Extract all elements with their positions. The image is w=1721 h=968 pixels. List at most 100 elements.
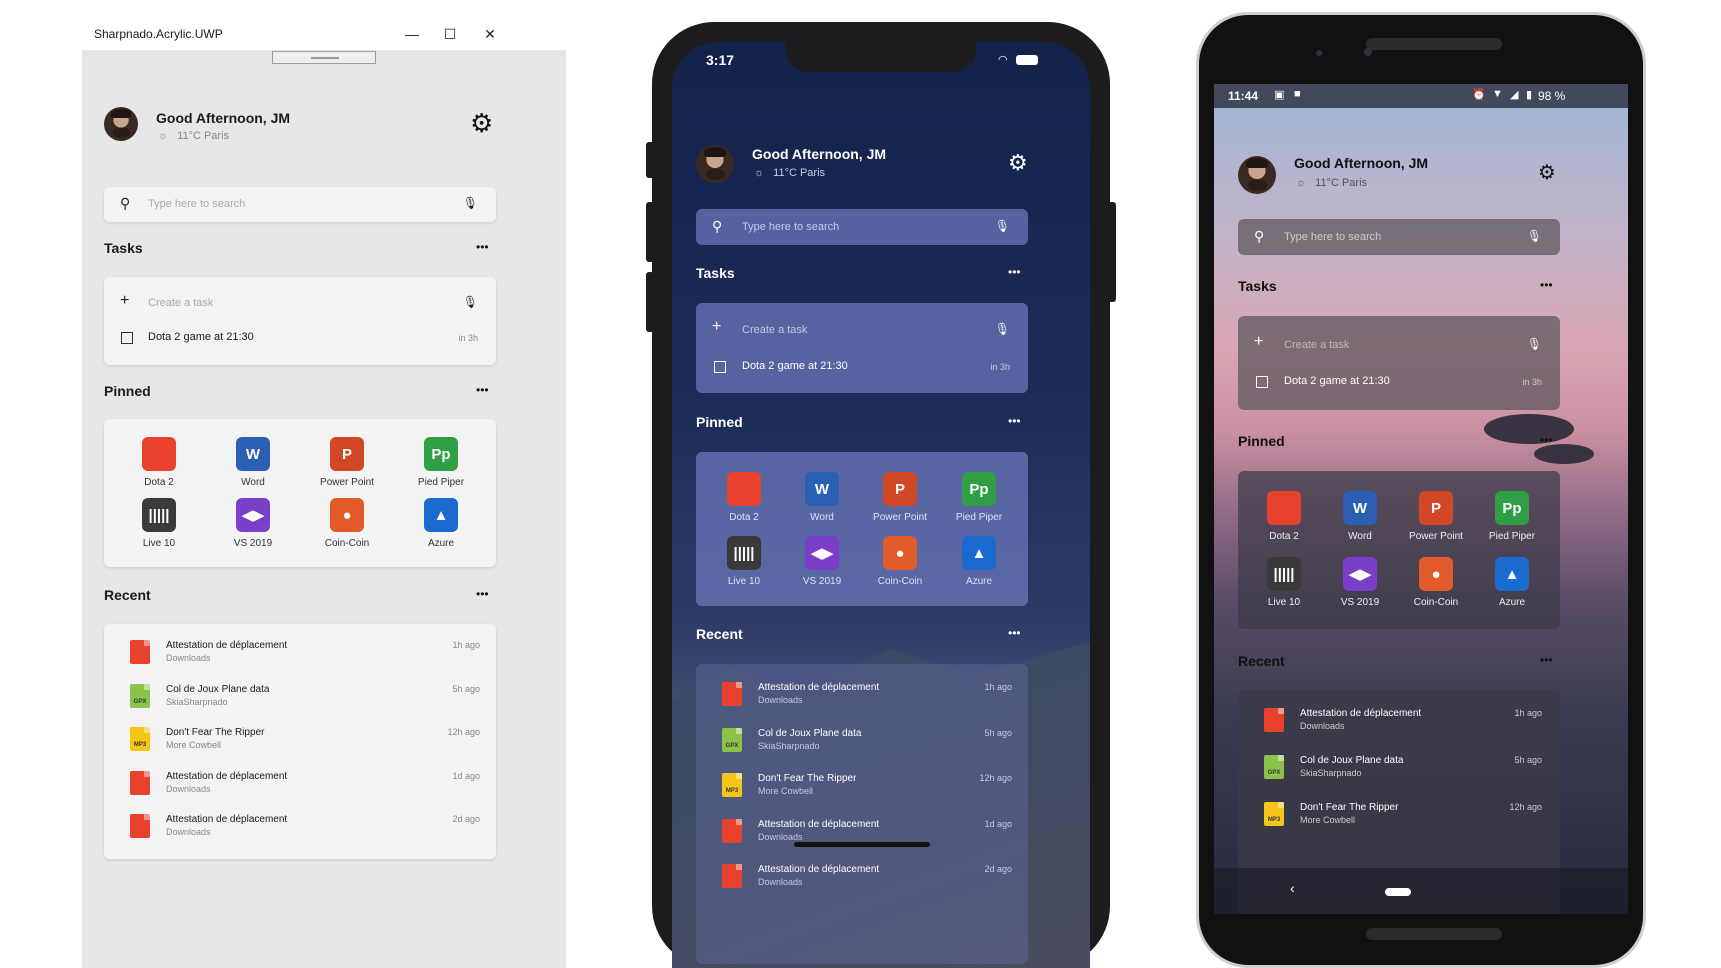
gpx-file-icon: GPX (130, 683, 150, 708)
plus-icon[interactable]: + (1254, 333, 1263, 351)
drag-handle[interactable] (272, 51, 376, 64)
search-input[interactable]: Type here to search (148, 198, 245, 210)
recent-more-button[interactable]: ••• (476, 587, 489, 601)
avatar[interactable] (696, 145, 734, 183)
pinned-app-2[interactable]: P Power Point (307, 437, 387, 488)
pinned-app-7[interactable]: ▲ Azure (1472, 557, 1552, 608)
mic-icon[interactable]: 🎙 (1527, 337, 1542, 351)
mic-icon[interactable]: 🎙 (995, 322, 1010, 336)
search-input[interactable]: Type here to search (1284, 231, 1381, 243)
pinned-app-7[interactable]: ▲ Azure (939, 536, 1019, 587)
tasks-more-button[interactable]: ••• (1540, 278, 1553, 292)
recent-item[interactable]: MP3 Don't Fear The Ripper More Cowbell 12h … (1264, 802, 1542, 826)
recent-item[interactable]: GPX Col de Joux Plane data SkiaSharpnado 5h… (722, 727, 1012, 752)
search-bar[interactable]: ⚲ Type here to search 🎙 (696, 209, 1028, 245)
search-bar[interactable]: ⚲ Type here to search 🎙 (104, 187, 496, 222)
pinned-app-2[interactable]: P Power Point (860, 472, 940, 523)
wifi-icon: ◠ (998, 54, 1008, 66)
tasks-more-button[interactable]: ••• (476, 240, 489, 254)
pinned-app-4[interactable]: ||||| Live 10 (119, 498, 199, 549)
maximize-button[interactable]: ☐ (440, 24, 460, 44)
task-checkbox[interactable] (121, 332, 133, 344)
mic-icon[interactable]: 🎙 (1527, 229, 1542, 243)
create-task-input[interactable]: Create a task (1284, 339, 1349, 351)
pinned-app-0[interactable]: Dota 2 (119, 437, 199, 488)
recent-item[interactable]: Attestation de déplacement Downloads 2d ag… (722, 864, 1012, 888)
task-checkbox[interactable] (714, 361, 726, 373)
pinned-app-3[interactable]: Pp Pied Piper (401, 437, 481, 488)
plus-icon[interactable]: + (712, 318, 721, 336)
avatar[interactable] (1238, 156, 1276, 194)
iphone-screen: 3:17 ◠ Good Afternoon, JM ☼ 11°C Paris ⚙… (672, 42, 1090, 968)
pinned-app-0[interactable]: Dota 2 (1244, 491, 1324, 542)
pinned-card: Dota 2 W Word P Power Point Pp Pied Piper |||||… (696, 452, 1028, 606)
weather-row: ☼ 11°C Paris (754, 167, 825, 179)
weather-row: ☼ 11°C Paris (1296, 177, 1367, 189)
uwp-window: Sharpnado.Acrylic.UWP — ☐ ✕ Good Afterno… (80, 18, 566, 968)
mic-icon[interactable]: 🎙 (463, 196, 478, 210)
pinned-app-5[interactable]: ◀▶ VS 2019 (782, 536, 862, 587)
mp3-file-icon: MP3 (130, 727, 150, 751)
pinned-app-3[interactable]: Pp Pied Piper (939, 472, 1019, 523)
pinned-app-5[interactable]: ◀▶ VS 2019 (1320, 557, 1400, 608)
recent-item[interactable]: MP3 Don't Fear The Ripper More Cowbell 12h … (722, 773, 1012, 797)
pinned-more-button[interactable]: ••• (1540, 433, 1553, 447)
pinned-app-5[interactable]: ◀▶ VS 2019 (213, 498, 293, 549)
recent-item[interactable]: Attestation de déplacement Downloads 2d ag… (130, 814, 480, 838)
pinned-app-1[interactable]: W Word (1320, 491, 1400, 542)
pinned-app-1[interactable]: W Word (782, 472, 862, 523)
recent-more-button[interactable]: ••• (1008, 626, 1021, 640)
search-input[interactable]: Type here to search (742, 221, 839, 233)
recent-item[interactable]: Attestation de déplacement Downloads 1d ag… (130, 770, 480, 795)
plus-icon[interactable]: + (120, 292, 129, 310)
recent-item-text: Col de Joux Plane data SkiaSharpnado (758, 728, 861, 751)
recent-item[interactable]: Attestation de déplacement Downloads 1h ag… (130, 640, 480, 664)
pinned-app-4[interactable]: ||||| Live 10 (704, 536, 784, 587)
pinned-app-label: Azure (965, 576, 993, 587)
recent-item[interactable]: Attestation de déplacement Downloads 1h ag… (1264, 708, 1542, 732)
pinned-app-6[interactable]: ● Coin-Coin (860, 536, 940, 587)
task-checkbox[interactable] (1256, 376, 1268, 388)
uwp-app-body: Good Afternoon, JM ☼ 11°C Paris ⚙ ⚲ Type… (82, 50, 566, 968)
tasks-more-button[interactable]: ••• (1008, 265, 1021, 279)
azure-icon: ▲ (1495, 557, 1529, 591)
pinned-app-7[interactable]: ▲ Azure (401, 498, 481, 549)
window-titlebar: Sharpnado.Acrylic.UWP — ☐ ✕ (80, 18, 566, 50)
pinned-title: Pinned (696, 414, 743, 430)
pinned-app-1[interactable]: W Word (213, 437, 293, 488)
pinned-app-2[interactable]: P Power Point (1396, 491, 1476, 542)
recent-item[interactable]: MP3 Don't Fear The Ripper More Cowbell 12h … (130, 727, 480, 751)
recent-item[interactable]: Attestation de déplacement Downloads 1h ag… (722, 682, 1012, 706)
back-icon[interactable]: ‹ (1290, 880, 1295, 896)
gear-icon[interactable]: ⚙ (1008, 150, 1028, 176)
avatar[interactable] (104, 107, 138, 141)
recent-more-button[interactable]: ••• (1540, 653, 1553, 667)
home-indicator[interactable] (794, 842, 930, 847)
search-icon: ⚲ (712, 218, 723, 234)
pinned-more-button[interactable]: ••• (476, 383, 489, 397)
pinned-more-button[interactable]: ••• (1008, 414, 1021, 428)
pinned-app-6[interactable]: ● Coin-Coin (1396, 557, 1476, 608)
create-task-input[interactable]: Create a task (148, 297, 213, 309)
create-task-input[interactable]: Create a task (742, 324, 807, 336)
pinned-app-3[interactable]: Pp Pied Piper (1472, 491, 1552, 542)
minimize-button[interactable]: — (402, 24, 422, 44)
mic-icon[interactable]: 🎙 (463, 295, 478, 309)
pinned-app-4[interactable]: ||||| Live 10 (1244, 557, 1324, 608)
gear-icon[interactable]: ⚙ (470, 108, 493, 139)
home-pill[interactable] (1385, 888, 1411, 896)
iphone-device: 3:17 ◠ Good Afternoon, JM ☼ 11°C Paris ⚙… (646, 22, 1116, 968)
recent-item[interactable]: GPX Col de Joux Plane data SkiaSharpnado 5h… (1264, 755, 1542, 779)
search-bar[interactable]: ⚲ Type here to search 🎙 (1238, 219, 1560, 255)
recent-item[interactable]: GPX Col de Joux Plane data SkiaSharpnado 5h… (130, 683, 480, 708)
pinned-app-6[interactable]: ● Coin-Coin (307, 498, 387, 549)
gear-icon[interactable]: ⚙ (1538, 160, 1556, 185)
word-icon: W (1343, 491, 1377, 525)
close-button[interactable]: ✕ (480, 24, 500, 44)
pinned-card: Dota 2 W Word P Power Point Pp Pied Piper |||||… (1238, 471, 1560, 629)
pinned-app-0[interactable]: Dota 2 (704, 472, 784, 523)
pied-piper-icon: Pp (962, 472, 996, 506)
mic-icon[interactable]: 🎙 (995, 219, 1010, 233)
recent-item-title: Don't Fear The Ripper (1300, 802, 1399, 813)
recent-item[interactable]: Attestation de déplacement Downloads 1d ag… (722, 818, 1012, 843)
